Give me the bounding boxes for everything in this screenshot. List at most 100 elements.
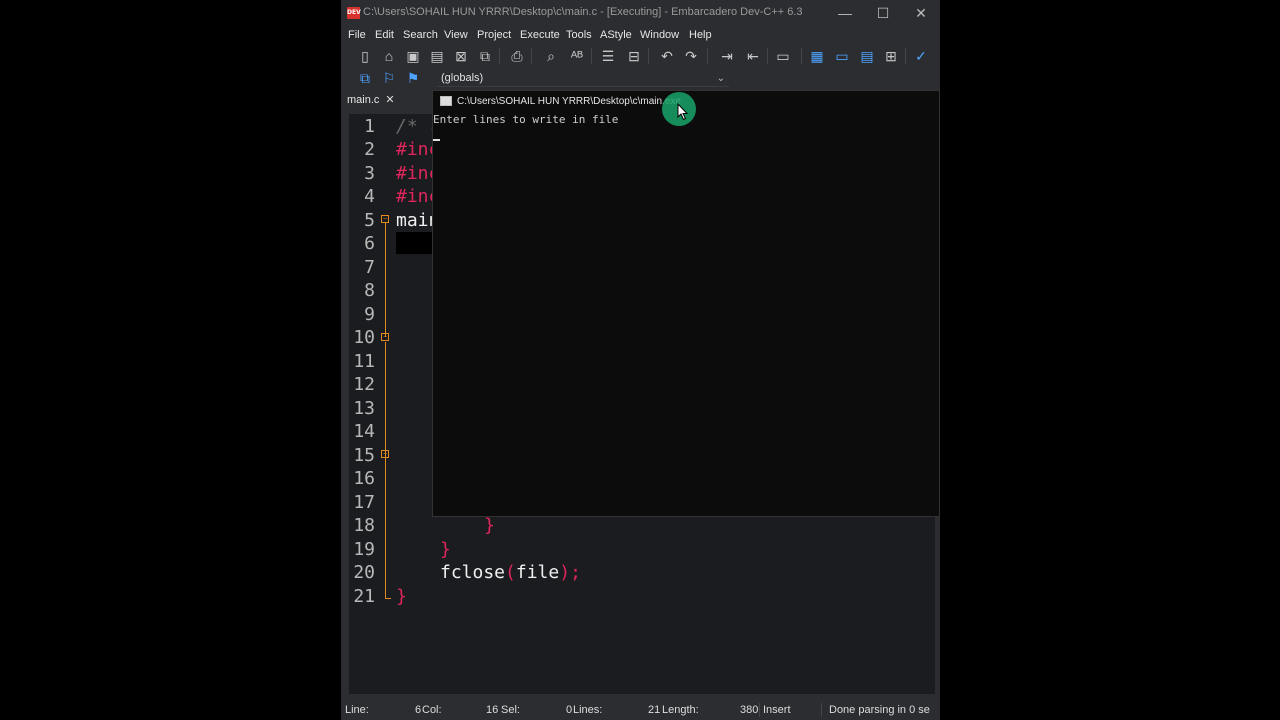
status-line-label: Line: [345, 704, 369, 716]
undo-icon[interactable]: ↶ [657, 46, 677, 66]
line-number: 17 [353, 492, 375, 513]
menu-astyle[interactable]: AStyle [600, 29, 632, 41]
print-icon[interactable]: ⎙ [507, 46, 527, 66]
unindent-icon[interactable]: ⇤ [743, 46, 763, 66]
layout-window-icon[interactable]: ▭ [832, 46, 852, 66]
menu-search[interactable]: Search [403, 29, 438, 41]
menu-execute[interactable]: Execute [520, 29, 560, 41]
scope-value: (globals) [441, 72, 484, 84]
current-line-highlight [396, 232, 436, 254]
menu-file[interactable]: File [348, 29, 366, 41]
code-token: fclose [440, 562, 506, 583]
main-toolbar: ▯ ⌂ ▣ ▤ ⊠ ⧉ ⎙ ⌕ ᴬᴮ ☰ ⊟ ↶ ↷ ⇥ ⇤ ▭ ▦ ▭ ▤ ⊞… [341, 44, 940, 68]
layout-tiles-icon[interactable]: ⊞ [881, 46, 901, 66]
fold-guide [385, 342, 386, 598]
code-token: ( [505, 562, 516, 583]
line-number: 12 [353, 374, 375, 395]
chevron-down-icon: ⌄ [716, 73, 725, 84]
close-file-icon[interactable]: ⊠ [451, 46, 471, 66]
fold-toggle-icon[interactable]: − [381, 333, 389, 341]
save-all-icon[interactable]: ▤ [427, 46, 447, 66]
menu-project[interactable]: Project [477, 29, 511, 41]
code-line-20: fclose(file); [440, 562, 581, 583]
fold-guide-end [385, 598, 391, 599]
layout-grid-icon[interactable]: ▦ [807, 46, 827, 66]
status-mode: Insert [763, 704, 791, 716]
status-col-value: 16 [486, 704, 499, 716]
menu-bar: File Edit Search View Project Execute To… [341, 26, 940, 46]
line-number: 6 [364, 233, 375, 254]
line-number: 5 [364, 210, 375, 231]
bookmark-icon[interactable]: ⚐ [379, 68, 399, 88]
status-col-label: Col: [422, 704, 442, 716]
bookmark-goto-icon[interactable]: ⚑ [403, 68, 423, 88]
code-line-21: } [396, 586, 407, 607]
toolbar-divider [591, 48, 592, 64]
status-lines-label: Lines: [573, 704, 603, 716]
status-bar: Line: 6 Col: 16 Sel: 0 Lines: 21 Length:… [341, 700, 940, 720]
comment-icon[interactable]: ▭ [773, 46, 793, 66]
line-number: 11 [353, 351, 375, 372]
menu-window[interactable]: Window [640, 29, 679, 41]
title-bar[interactable]: DEV C:\Users\SOHAIL HUN YRRR\Desktop\c\m… [341, 0, 940, 26]
toolbar-divider [767, 48, 768, 64]
code-token: ; [570, 562, 581, 583]
console-window[interactable]: C:\Users\SOHAIL HUN YRRR\Desktop\c\main.… [432, 90, 940, 517]
minimize-button[interactable]: — [826, 0, 864, 26]
find-icon[interactable]: ⌕ [541, 46, 561, 66]
toolbar-divider [499, 48, 500, 64]
layout-panel-icon[interactable]: ▤ [857, 46, 877, 66]
save-icon[interactable]: ▣ [403, 46, 423, 66]
maximize-button[interactable]: ☐ [864, 0, 902, 26]
line-number: 15 [353, 445, 375, 466]
console-text-cursor [433, 139, 440, 141]
status-length-label: Length: [662, 704, 699, 716]
fold-guide [385, 223, 386, 337]
open-folder-icon[interactable]: ⌂ [379, 46, 399, 66]
line-number: 10 [353, 327, 375, 348]
new-file-icon[interactable]: ▯ [355, 46, 375, 66]
line-number: 18 [353, 515, 375, 536]
line-number: 16 [353, 468, 375, 489]
line-number: 21 [353, 586, 375, 607]
tab-label: main.c [347, 94, 380, 106]
replace-icon[interactable]: ᴬᴮ [567, 46, 587, 66]
split-view-icon[interactable]: ⊟ [624, 46, 644, 66]
goto-line-icon[interactable]: ☰ [598, 46, 618, 66]
indent-icon[interactable]: ⇥ [717, 46, 737, 66]
code-token: ) [559, 562, 571, 583]
class-browser-icon[interactable]: ⧉ [355, 68, 375, 88]
scope-dropdown[interactable]: (globals) ⌄ [437, 70, 729, 87]
menu-tools[interactable]: Tools [566, 29, 592, 41]
toolbar-divider [801, 48, 802, 64]
line-number: 8 [364, 280, 375, 301]
tab-main-c[interactable]: main.c ✕ [347, 92, 395, 110]
console-title: C:\Users\SOHAIL HUN YRRR\Desktop\c\main.… [457, 96, 681, 107]
toolbar-divider [707, 48, 708, 64]
redo-icon[interactable]: ↷ [681, 46, 701, 66]
devcpp-logo-icon: DEV [347, 7, 361, 19]
line-number: 9 [364, 304, 375, 325]
line-number: 19 [353, 539, 375, 560]
toolbar-divider [648, 48, 649, 64]
code-token: file [515, 562, 560, 583]
close-all-icon[interactable]: ⧉ [475, 46, 495, 66]
menu-view[interactable]: View [444, 29, 468, 41]
console-app-icon [440, 96, 452, 106]
code-line-18: } [484, 515, 495, 536]
close-button[interactable]: ✕ [902, 0, 940, 26]
line-number: 7 [364, 257, 375, 278]
menu-edit[interactable]: Edit [375, 29, 394, 41]
menu-help[interactable]: Help [689, 29, 712, 41]
status-message: Done parsing in 0 se [829, 704, 930, 716]
line-number: 14 [353, 421, 375, 442]
status-sel-value: 0 [566, 704, 573, 716]
fold-toggle-icon[interactable]: − [381, 215, 389, 223]
line-number: 3 [364, 163, 375, 184]
close-tab-icon[interactable]: ✕ [385, 94, 394, 106]
status-line-value: 6 [415, 704, 422, 716]
mouse-pointer-icon [677, 103, 689, 121]
line-number-gutter: 1 2 3 4 5 6 7 8 9 10 11 12 13 14 15 16 1… [349, 114, 395, 694]
check-icon[interactable]: ✓ [911, 46, 931, 66]
window-title: C:\Users\SOHAIL HUN YRRR\Desktop\c\main.… [363, 6, 803, 18]
